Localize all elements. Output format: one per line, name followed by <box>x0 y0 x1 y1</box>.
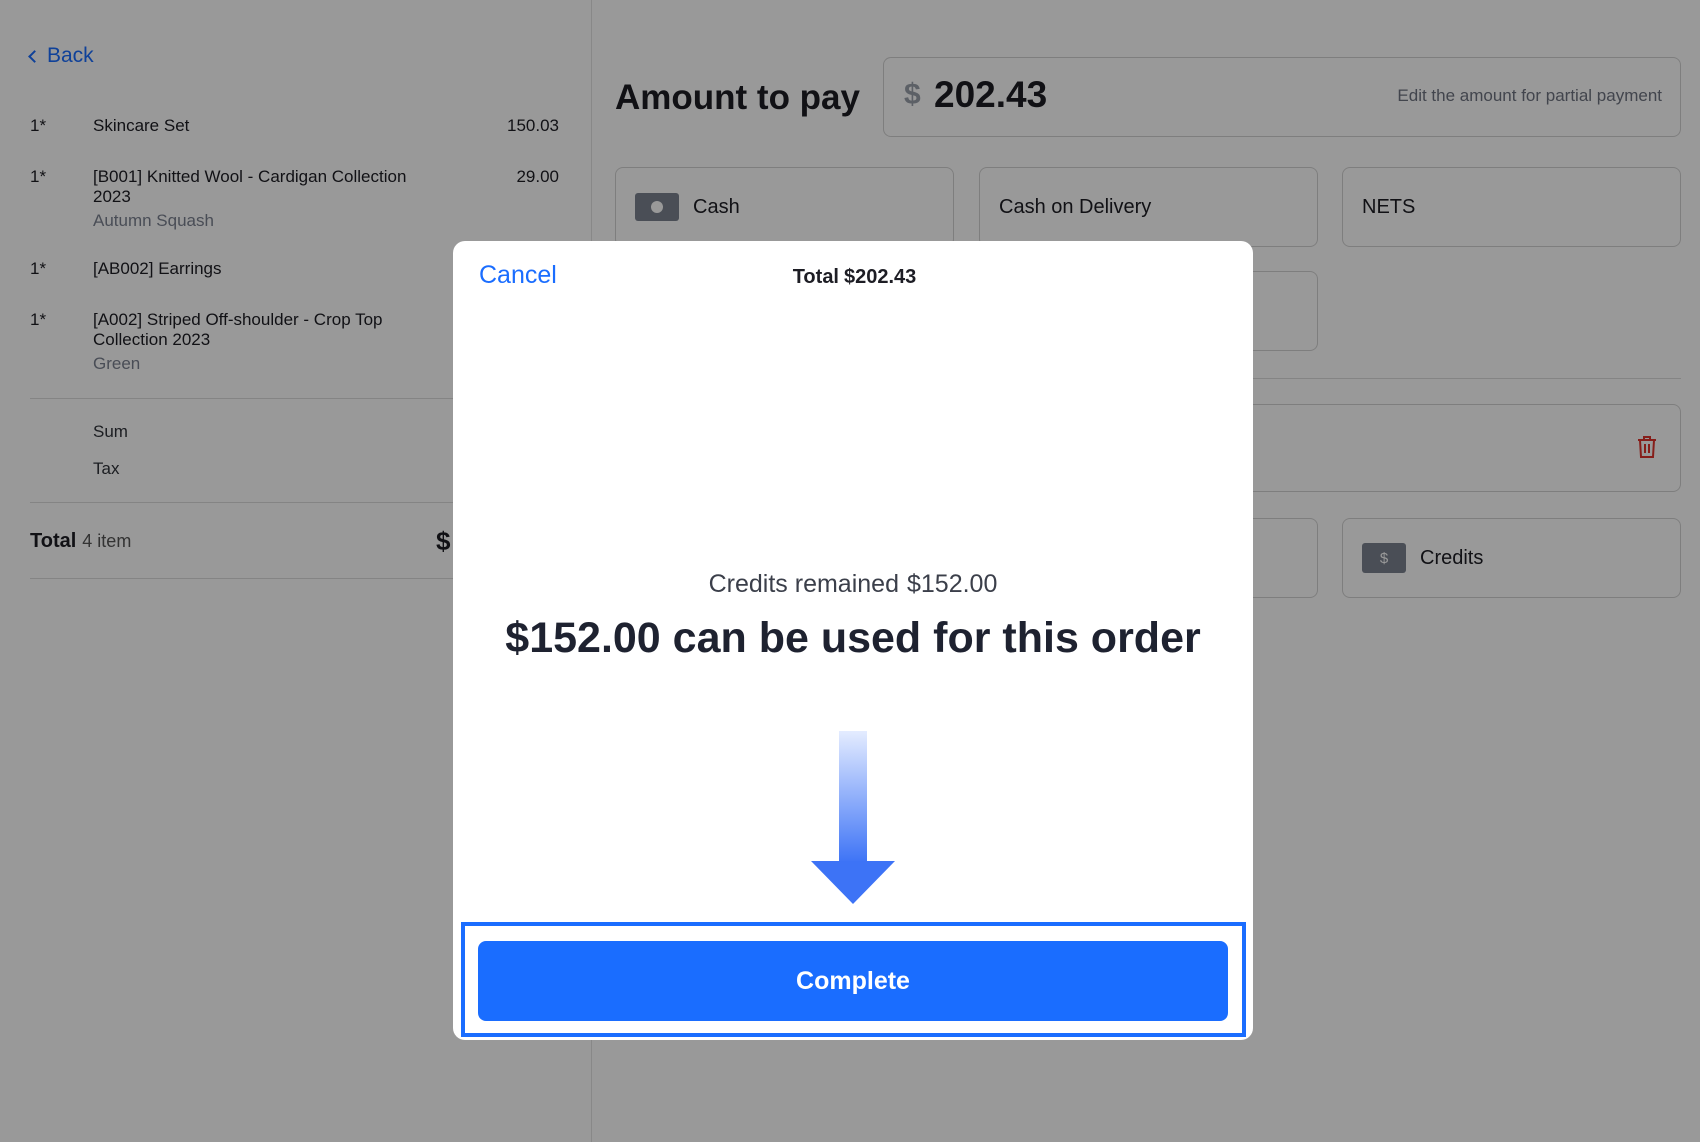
dialog-title-amount: $202.43 <box>844 266 917 288</box>
dialog-title-label: Total <box>792 266 839 288</box>
credits-remained-label: Credits remained <box>708 570 899 598</box>
arrow-down-icon <box>811 731 895 904</box>
complete-button[interactable]: Complete <box>478 941 1228 1021</box>
credits-payment-dialog: Cancel Total $202.43 Credits remained $152… <box>453 241 1253 1040</box>
credits-remained-amount: $152.00 <box>906 570 998 598</box>
credits-remained: Credits remained $152.00 <box>453 570 1253 599</box>
usable-credits-text: $152.00 can be used for this order <box>505 614 1201 662</box>
dialog-title: Total $202.43 <box>453 266 1253 289</box>
